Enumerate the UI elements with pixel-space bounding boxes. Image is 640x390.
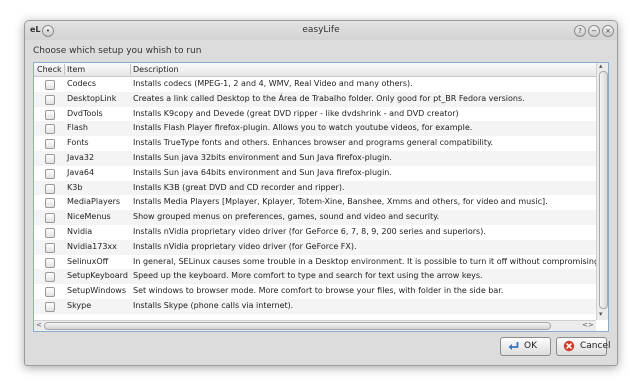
row-checkbox[interactable] bbox=[45, 227, 55, 238]
row-checkbox[interactable] bbox=[45, 272, 55, 283]
row-item-name: Nvidia bbox=[67, 226, 93, 236]
cancel-button-label: Cancel bbox=[580, 341, 611, 351]
row-description: Installs nVidia proprietary video driver… bbox=[133, 241, 357, 251]
row-item-name: SelinuxOff bbox=[67, 256, 109, 266]
row-description: Installs codecs (MPEG-1, 2 and 4, WMV, R… bbox=[133, 79, 413, 88]
row-description: Creates a link called Desktop to the Áre… bbox=[133, 93, 525, 103]
vertical-scrollbar[interactable]: ▴ ▾ bbox=[596, 63, 608, 320]
row-item-name: DesktopLink bbox=[67, 93, 117, 103]
minimize-button[interactable]: − bbox=[588, 25, 600, 37]
row-description: Set windows to browser mode. More comfor… bbox=[133, 286, 504, 296]
row-description: In general, SELinux causes some trouble … bbox=[133, 256, 596, 266]
row-checkbox[interactable] bbox=[45, 94, 55, 105]
table-row[interactable]: MediaPlayers Installs Media Players [Mpla… bbox=[34, 195, 596, 210]
ok-button-label: OK bbox=[524, 341, 537, 351]
row-item-name: Fonts bbox=[67, 138, 89, 148]
table-row[interactable]: Java32 Installs Sun java 32bits environme… bbox=[34, 150, 596, 166]
scroll-up-icon[interactable]: ▴ bbox=[599, 63, 603, 70]
table-row[interactable]: Codecs Installs codecs (MPEG-1, 2 and 4, … bbox=[34, 77, 596, 92]
table-row[interactable]: Java64 Installs Sun java 64bits environme… bbox=[34, 166, 596, 181]
row-item-name: DvdTools bbox=[67, 108, 103, 118]
table-row[interactable]: Skype Installs Skype (phone calls via int… bbox=[34, 298, 596, 314]
ok-arrow-icon bbox=[508, 342, 519, 350]
row-checkbox[interactable] bbox=[45, 124, 55, 135]
table-row[interactable]: Flash Installs Flash Player firefox-plugi… bbox=[34, 121, 596, 137]
easylife-window: eL • easyLife ? − × Choose which setup y… bbox=[24, 20, 618, 366]
row-item-name: NiceMenus bbox=[67, 212, 111, 222]
column-divider[interactable] bbox=[64, 64, 65, 75]
row-description: Installs Sun java 32bits environment and… bbox=[133, 152, 392, 162]
row-checkbox[interactable] bbox=[45, 257, 55, 268]
column-header-check[interactable]: Check bbox=[37, 65, 62, 74]
close-button[interactable]: × bbox=[602, 25, 614, 37]
scroll-left-icon[interactable]: < bbox=[36, 322, 42, 329]
row-checkbox[interactable] bbox=[45, 287, 55, 298]
table-row[interactable]: DvdTools Installs K9copy and Devede (grea… bbox=[34, 107, 596, 122]
row-checkbox[interactable] bbox=[45, 109, 55, 120]
setup-prompt: Choose which setup you whish to run bbox=[33, 46, 202, 56]
setup-list: Check Item Description Codecs Installs co… bbox=[33, 62, 609, 332]
row-description: Installs K3B (great DVD and CD recorder … bbox=[133, 182, 345, 192]
row-checkbox[interactable] bbox=[45, 213, 55, 224]
row-description: Installs Media Players [Mplayer, Kplayer… bbox=[133, 197, 548, 207]
horizontal-scrollbar[interactable]: < <> bbox=[34, 320, 596, 331]
column-header: Check Item Description bbox=[34, 63, 596, 77]
row-description: Installs Flash Player firefox-plugin. Al… bbox=[133, 123, 473, 133]
cancel-x-icon bbox=[563, 340, 575, 352]
row-checkbox[interactable] bbox=[45, 80, 55, 90]
table-row[interactable]: SetupWindows Set windows to browser mode.… bbox=[34, 284, 596, 299]
row-description: Show grouped menus on preferences, games… bbox=[133, 212, 440, 222]
row-item-name: Skype bbox=[67, 300, 92, 310]
row-checkbox[interactable] bbox=[45, 153, 55, 164]
title-bar: eL • easyLife ? − × bbox=[25, 21, 617, 40]
table-row[interactable]: K3b Installs K3B (great DVD and CD record… bbox=[34, 180, 596, 196]
row-item-name: Java64 bbox=[67, 167, 95, 177]
row-item-name: Codecs bbox=[67, 79, 97, 88]
scroll-down-icon[interactable]: ▾ bbox=[599, 311, 603, 318]
scroll-right-icon[interactable]: <> bbox=[582, 322, 594, 329]
table-row[interactable]: NiceMenus Show grouped menus on preferenc… bbox=[34, 210, 596, 225]
row-description: Installs Sun java 64bits environment and… bbox=[133, 167, 392, 177]
row-item-name: SetupWindows bbox=[67, 286, 126, 296]
row-item-name: SetupKeyboard bbox=[67, 271, 128, 281]
row-checkbox[interactable] bbox=[45, 301, 55, 312]
row-checkbox[interactable] bbox=[45, 198, 55, 209]
ok-button[interactable]: OK bbox=[500, 337, 551, 356]
row-checkbox[interactable] bbox=[45, 139, 55, 150]
row-item-name: Nvidia173xx bbox=[67, 241, 117, 251]
row-checkbox[interactable] bbox=[45, 242, 55, 253]
horizontal-scroll-thumb[interactable] bbox=[44, 322, 551, 330]
table-row[interactable]: Nvidia Installs nVidia proprietary video … bbox=[34, 225, 596, 240]
column-divider[interactable] bbox=[130, 64, 131, 75]
table-row[interactable]: SetupKeyboard Speed up the keyboard. More… bbox=[34, 269, 596, 285]
row-description: Installs TrueType fonts and others. Enha… bbox=[133, 138, 494, 148]
vertical-scroll-thumb[interactable] bbox=[599, 71, 608, 309]
column-header-description[interactable]: Description bbox=[133, 65, 179, 74]
cancel-button[interactable]: Cancel bbox=[556, 337, 611, 356]
row-checkbox[interactable] bbox=[45, 183, 55, 194]
window-title: easyLife bbox=[302, 25, 340, 35]
row-description: Installs K9copy and Devede (great DVD ri… bbox=[133, 108, 459, 118]
row-checkbox[interactable] bbox=[45, 168, 55, 179]
row-item-name: MediaPlayers bbox=[67, 197, 121, 207]
row-item-name: K3b bbox=[67, 182, 83, 192]
help-button[interactable]: ? bbox=[574, 25, 586, 37]
row-description: Installs nVidia proprietary video driver… bbox=[133, 226, 486, 236]
column-header-item[interactable]: Item bbox=[67, 65, 85, 74]
row-item-name: Flash bbox=[67, 123, 88, 133]
row-description: Installs Skype (phone calls via internet… bbox=[133, 300, 294, 310]
table-row[interactable]: Nvidia173xx Installs nVidia proprietary v… bbox=[34, 239, 596, 255]
row-description: Speed up the keyboard. More comfort to t… bbox=[133, 271, 483, 281]
table-row[interactable]: DesktopLink Creates a link called Desktop… bbox=[34, 91, 596, 107]
table-row[interactable]: Fonts Installs TrueType fonts and others.… bbox=[34, 136, 596, 151]
row-item-name: Java32 bbox=[67, 152, 95, 162]
setup-rows: Codecs Installs codecs (MPEG-1, 2 and 4, … bbox=[34, 77, 596, 320]
table-row[interactable]: SelinuxOff In general, SELinux causes som… bbox=[34, 255, 596, 270]
